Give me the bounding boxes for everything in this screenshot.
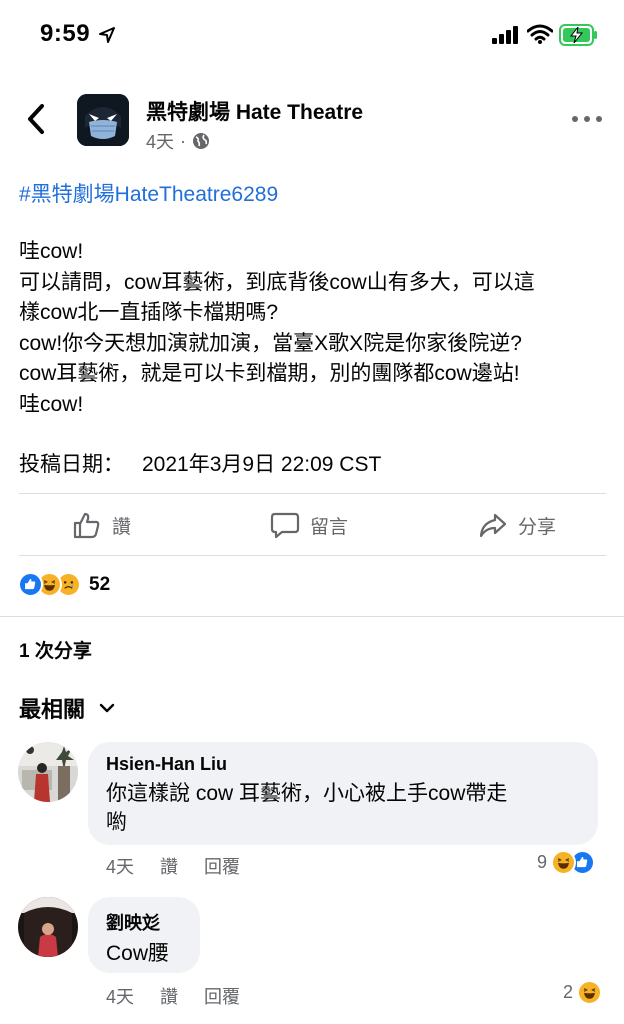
- wifi-icon: [527, 24, 553, 44]
- comment-reaction-count: 9: [537, 852, 548, 872]
- comment-bubble-icon: [270, 512, 300, 539]
- comment-actions: 4天 讚 回覆: [106, 983, 240, 1009]
- share-button[interactable]: 分享: [478, 505, 556, 545]
- status-bar: 9:59: [0, 0, 624, 70]
- masked-figure-logo: [77, 94, 129, 146]
- thumbs-up-icon: [73, 512, 100, 539]
- reaction-count: 52: [89, 573, 111, 595]
- post-time[interactable]: 4天: [146, 128, 174, 154]
- comment-reactions[interactable]: 2: [563, 980, 603, 1005]
- haha-icon: [577, 980, 603, 1005]
- haha-icon: [551, 850, 577, 875]
- comment-reaction-count: 2: [563, 982, 574, 1002]
- comment-like-button[interactable]: 讚: [160, 853, 178, 879]
- location-arrow-icon: [99, 27, 115, 43]
- comment-reply-button[interactable]: 回覆: [204, 983, 240, 1009]
- post-body-line: 樣cow北一直插隊卡檔期嗎?: [19, 301, 279, 324]
- comment-time[interactable]: 4天: [106, 853, 134, 879]
- comment-label: 留言: [310, 516, 349, 538]
- hashtag-link[interactable]: #黑特劇場HateTheatre6289: [19, 178, 278, 208]
- post-body-line: cow!你今天想加演就加演，當臺X歌X院是你家後院逆?: [19, 331, 522, 355]
- post-body: 哇cow! 可以請問，cow耳藝術，到底背後cow山有多大，可以這 樣cow北一…: [19, 237, 609, 420]
- profile-photo: [18, 742, 78, 802]
- share-count[interactable]: 1 次分享: [19, 636, 92, 663]
- profile-photo: [18, 897, 78, 957]
- date-label: 投稿日期：: [19, 453, 124, 476]
- divider: [19, 493, 606, 494]
- comment-author[interactable]: Hsien-Han Liu: [106, 754, 580, 775]
- page-avatar[interactable]: [77, 94, 129, 146]
- comment-like-button[interactable]: 讚: [160, 983, 178, 1009]
- battery-charging-icon: [559, 24, 597, 46]
- comment-author[interactable]: 劉映彣: [106, 909, 182, 935]
- like-label: 讚: [112, 516, 132, 538]
- back-button[interactable]: [22, 102, 52, 136]
- comment-reactions[interactable]: 9: [537, 850, 596, 875]
- comment-button[interactable]: 留言: [270, 505, 348, 545]
- comment-bubble: 劉映彣 Cow腰: [88, 897, 200, 973]
- post-body-line: 哇cow!: [19, 240, 84, 263]
- comment-text: 你這樣說 cow 耳藝術，小心被上手cow帶走: [106, 782, 508, 805]
- date-value: 2021年3月9日 22:09 CST: [142, 453, 382, 476]
- divider: [19, 555, 606, 556]
- post-body-line: cow耳藝術，就是可以卡到檔期，別的團隊都cow邊站!: [19, 362, 520, 385]
- post-body-line: 哇cow!: [19, 392, 84, 416]
- commenter-avatar[interactable]: [18, 742, 78, 802]
- cellular-signal-icon: [492, 26, 518, 44]
- status-time: 9:59: [40, 20, 91, 47]
- comment-time[interactable]: 4天: [106, 983, 134, 1009]
- comment-actions: 4天 讚 回覆: [106, 853, 240, 879]
- comment-text: 喲: [106, 811, 127, 834]
- post-date: 投稿日期： 2021年3月9日 22:09 CST: [19, 448, 381, 478]
- globe-icon: [193, 133, 210, 149]
- sort-label: 最相關: [19, 697, 86, 722]
- comment-sort-dropdown[interactable]: 最相關: [19, 692, 115, 724]
- like-button[interactable]: 讚: [72, 505, 131, 545]
- meta-separator: ·: [180, 130, 187, 151]
- divider: [0, 616, 624, 617]
- comment-reply-button[interactable]: 回覆: [204, 853, 240, 879]
- share-label: 分享: [518, 516, 557, 538]
- page-name[interactable]: 黑特劇場 Hate Theatre: [146, 96, 363, 126]
- commenter-avatar[interactable]: [18, 897, 78, 957]
- reaction-summary[interactable]: 52: [18, 572, 110, 597]
- more-options-button[interactable]: [570, 110, 604, 128]
- comment-text: Cow腰: [106, 942, 170, 965]
- chevron-down-icon: [99, 703, 115, 713]
- post-meta: 4天 ·: [146, 128, 210, 154]
- like-icon: [18, 572, 43, 597]
- share-arrow-icon: [479, 513, 507, 538]
- comment-bubble: Hsien-Han Liu 你這樣說 cow 耳藝術，小心被上手cow帶走 喲: [88, 742, 598, 845]
- post-body-line: 可以請問，cow耳藝術，到底背後cow山有多大，可以這: [19, 270, 535, 294]
